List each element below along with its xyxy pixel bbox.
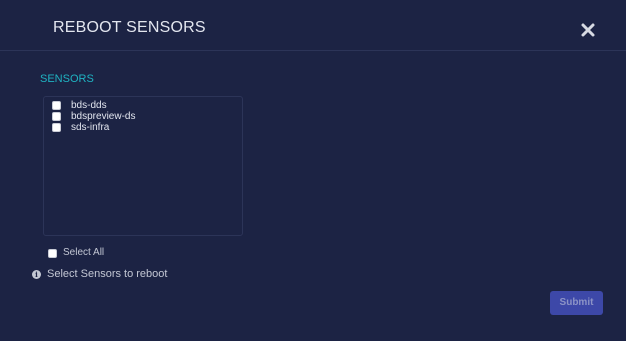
sensor-checkbox-sds-infra[interactable] bbox=[52, 123, 61, 132]
select-all-label: Select All bbox=[63, 246, 105, 258]
sensor-list: bds-dds bdspreview-ds sds-infra bbox=[52, 100, 135, 133]
sensor-checkbox-bds-dds[interactable] bbox=[52, 101, 61, 110]
select-all-row[interactable]: Select All bbox=[48, 246, 104, 258]
sensors-section-label: SENSORS bbox=[40, 73, 94, 85]
sensor-label: sds-infra bbox=[71, 122, 110, 133]
sensor-item[interactable]: bdspreview-ds bbox=[52, 111, 135, 122]
sensor-list-box[interactable]: bds-dds bdspreview-ds sds-infra bbox=[43, 96, 243, 236]
close-icon[interactable] bbox=[578, 20, 598, 40]
select-all-checkbox[interactable] bbox=[48, 249, 57, 258]
sensor-checkbox-bdspreview-ds[interactable] bbox=[52, 112, 61, 121]
modal-title: REBOOT SENSORS bbox=[53, 19, 206, 36]
sensor-label: bds-dds bbox=[71, 100, 107, 111]
modal-header: REBOOT SENSORS bbox=[0, 0, 626, 51]
sensor-item[interactable]: bds-dds bbox=[52, 100, 135, 111]
sensor-label: bdspreview-ds bbox=[71, 111, 136, 122]
sensor-item[interactable]: sds-infra bbox=[52, 122, 135, 133]
close-icon-glyph bbox=[581, 23, 595, 37]
hint-text: Select Sensors to reboot bbox=[47, 268, 168, 280]
reboot-sensors-modal: REBOOT SENSORS SENSORS bds-dds bdsprevie… bbox=[0, 0, 626, 341]
submit-button[interactable]: Submit bbox=[550, 291, 603, 315]
hint-row: i Select Sensors to reboot bbox=[32, 268, 167, 280]
info-icon: i bbox=[32, 269, 41, 279]
